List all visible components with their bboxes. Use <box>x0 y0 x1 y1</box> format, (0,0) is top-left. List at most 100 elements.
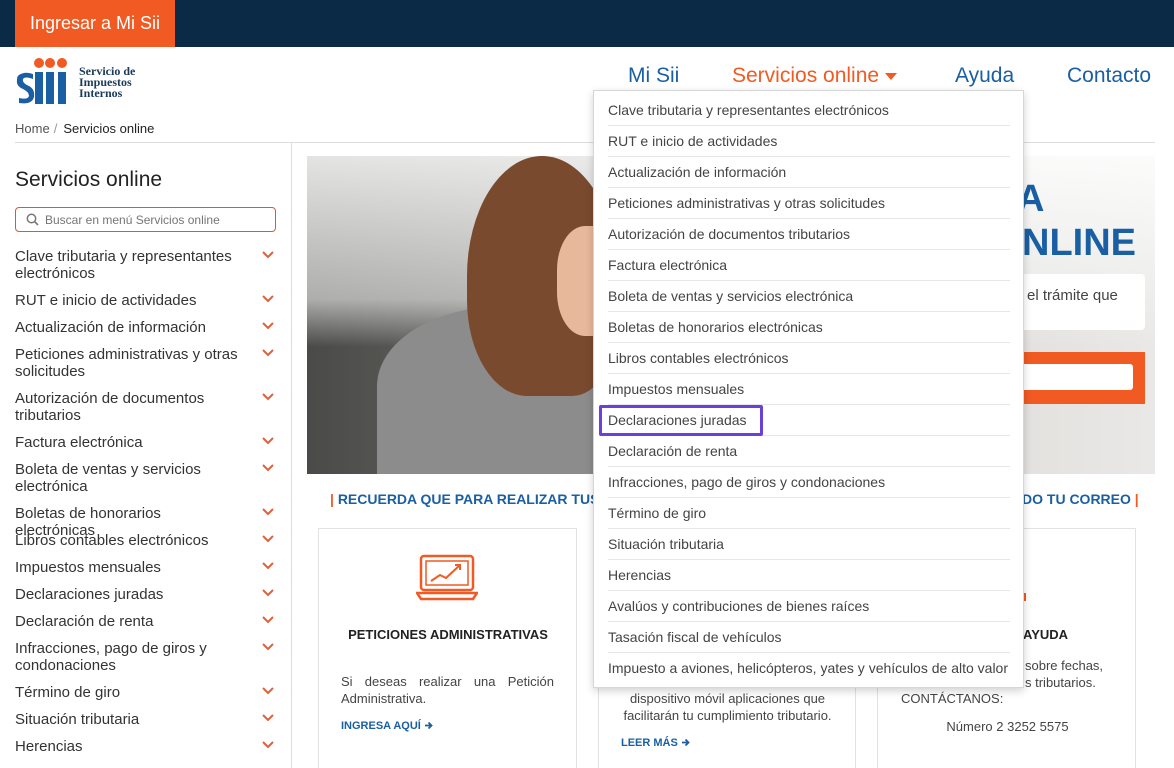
servicios-online-dropdown: Clave tributaria y representantes electr… <box>593 90 1024 688</box>
dropdown-item-situacion-tributaria[interactable]: Situación tributaria <box>608 529 1010 560</box>
dropdown-item-libros-contables-electronicos[interactable]: Libros contables electrónicos <box>608 343 1010 374</box>
breadcrumb: Home / Servicios online <box>15 121 154 136</box>
sidebar-item-libros-contables-electronicos[interactable]: Libros contables electrónicos <box>15 532 277 549</box>
caret-down-icon <box>885 72 898 80</box>
chevron-down-icon[interactable] <box>261 436 275 446</box>
chevron-down-icon[interactable] <box>261 740 275 750</box>
dropdown-item-tasacion-fiscal-de-vehiculos[interactable]: Tasación fiscal de vehículos <box>608 622 1010 653</box>
sidebar-item-situacion-tributaria[interactable]: Situación tributaria <box>15 711 277 728</box>
card-ayuda-phone[interactable]: Número 2 3252 5575 <box>878 718 1137 735</box>
dropdown-item-autorizacion-de-documentos-tributarios[interactable]: Autorización de documentos tributarios <box>608 219 1010 250</box>
sidebar-item-label: Factura electrónica <box>15 434 143 451</box>
sidebar-item-label: Infracciones, pago de giros y condonacio… <box>15 640 207 674</box>
breadcrumb-home[interactable]: Home <box>15 121 50 136</box>
logo-text: Servicio de Impuestos Internos <box>79 64 136 100</box>
chevron-down-icon[interactable] <box>261 321 275 331</box>
dropdown-item-avaluos-y-contribuciones-de-bienes-raices[interactable]: Avalúos y contribuciones de bienes raíce… <box>608 591 1010 622</box>
sidebar-item-label: Actualización de información <box>15 319 206 336</box>
sidebar-item-label: Clave tributaria y representantes electr… <box>15 248 232 282</box>
search-icon <box>26 213 39 226</box>
card-ayuda-text: sobre fechas, s tributarios. <box>1025 658 1104 690</box>
chevron-down-icon[interactable] <box>261 534 275 544</box>
sidebar-item-termino-de-giro[interactable]: Término de giro <box>15 684 277 701</box>
nav-ayuda[interactable]: Ayuda <box>955 64 1014 88</box>
card-ayuda-title: AYUDA <box>1023 627 1069 642</box>
card-peticiones-link[interactable]: INGRESA AQUÍ <box>341 720 433 732</box>
chevron-down-icon[interactable] <box>261 642 275 652</box>
sidebar-search[interactable] <box>15 207 276 232</box>
chevron-down-icon[interactable] <box>261 686 275 696</box>
login-mi-sii-button[interactable]: Ingresar a Mi Sii <box>15 0 175 47</box>
chevron-down-icon[interactable] <box>261 463 275 473</box>
card-ayuda-contact-label: CONTÁCTANOS: <box>901 691 1004 706</box>
nav-mi-sii[interactable]: Mi Sii <box>628 64 679 88</box>
sii-logo[interactable]: Servicio de Impuestos Internos <box>15 57 155 107</box>
sidebar-item-label: Peticiones administrativas y otras solic… <box>15 346 238 380</box>
chevron-down-icon[interactable] <box>261 507 275 517</box>
hero-search-box <box>1015 352 1145 404</box>
sidebar-item-label: Herencias <box>15 738 83 755</box>
sidebar-item-impuestos-mensuales[interactable]: Impuestos mensuales <box>15 559 277 576</box>
dropdown-item-termino-de-giro[interactable]: Término de giro <box>608 498 1010 529</box>
sidebar-item-peticiones-administrativas-y-otras-solicitudes[interactable]: Peticiones administrativas y otras solic… <box>15 346 277 380</box>
sidebar-item-herencias[interactable]: Herencias <box>15 738 277 755</box>
sidebar-item-label: Término de giro <box>15 684 121 701</box>
dropdown-item-rut-e-inicio-de-actividades[interactable]: RUT e inicio de actividades <box>608 126 1010 157</box>
arrow-right-icon <box>681 738 690 747</box>
sidebar-item-label: Autorización de documentos tributarios <box>15 390 205 424</box>
sidebar-item-clave-tributaria-y-representantes-electronicos[interactable]: Clave tributaria y representantes electr… <box>15 248 277 282</box>
dropdown-item-actualizacion-de-informacion[interactable]: Actualización de información <box>608 157 1010 188</box>
chevron-down-icon[interactable] <box>261 392 275 402</box>
sidebar-divider <box>291 143 292 768</box>
sidebar-item-autorizacion-de-documentos-tributarios[interactable]: Autorización de documentos tributarios <box>15 390 277 424</box>
sidebar-item-label: Boleta de ventas y servicios electrónica <box>15 461 201 495</box>
sidebar-item-rut-e-inicio-de-actividades[interactable]: RUT e inicio de actividades <box>15 292 277 309</box>
hero-search-input[interactable] <box>1021 364 1133 390</box>
sidebar-item-factura-electronica[interactable]: Factura electrónica <box>15 434 277 451</box>
sidebar-item-boleta-de-ventas-y-servicios-electronica[interactable]: Boleta de ventas y servicios electrónica <box>15 461 277 495</box>
breadcrumb-separator: / <box>53 121 58 136</box>
dropdown-item-boleta-de-ventas-y-servicios-electronica[interactable]: Boleta de ventas y servicios electrónica <box>608 281 1010 312</box>
hero-headline-2: NLINE <box>1022 222 1136 264</box>
dropdown-item-impuestos-mensuales[interactable]: Impuestos mensuales <box>608 374 1010 405</box>
dropdown-item-clave-tributaria-y-representantes-electronicos[interactable]: Clave tributaria y representantes electr… <box>608 95 1010 126</box>
arrow-right-icon <box>424 721 433 730</box>
nav-servicios-online[interactable]: Servicios online <box>732 64 898 88</box>
dropdown-item-boletas-de-honorarios-electronicas[interactable]: Boletas de honorarios electrónicas <box>608 312 1010 343</box>
dropdown-item-factura-electronica[interactable]: Factura electrónica <box>608 250 1010 281</box>
card-apps-link[interactable]: LEER MÁS <box>621 737 690 749</box>
nav-contacto[interactable]: Contacto <box>1067 64 1151 88</box>
dropdown-item-infracciones-pago-de-giros-y-condonaciones[interactable]: Infracciones, pago de giros y condonacio… <box>608 467 1010 498</box>
dropdown-item-declaracion-de-renta[interactable]: Declaración de renta <box>608 436 1010 467</box>
sidebar-item-label: Situación tributaria <box>15 711 140 728</box>
hero-tagline: el trámite que <box>1015 274 1145 330</box>
chevron-down-icon[interactable] <box>261 561 275 571</box>
breadcrumb-current: Servicios online <box>63 121 155 136</box>
sii-logo-mark <box>16 58 67 104</box>
notice-banner-right: DO TU CORREO | <box>1022 491 1139 507</box>
card-peticiones-text: Si deseas realizar una Petición Administ… <box>341 674 554 706</box>
chevron-down-icon[interactable] <box>261 294 275 304</box>
sidebar-search-input[interactable] <box>45 212 275 227</box>
chevron-down-icon[interactable] <box>261 615 275 625</box>
sidebar-item-label: Libros contables electrónicos <box>15 532 209 549</box>
sidebar-item-label: Impuestos mensuales <box>15 559 161 576</box>
sidebar-item-label: RUT e inicio de actividades <box>15 292 197 309</box>
sidebar-item-actualizacion-de-informacion[interactable]: Actualización de información <box>15 319 277 336</box>
top-bar: Ingresar a Mi Sii <box>0 0 1174 47</box>
dropdown-item-declaraciones-juradas[interactable]: Declaraciones juradas <box>608 405 1010 436</box>
chevron-down-icon[interactable] <box>261 250 275 260</box>
sidebar-item-label: Declaración de renta <box>15 613 154 630</box>
dropdown-item-herencias[interactable]: Herencias <box>608 560 1010 591</box>
dropdown-item-peticiones-administrativas-y-otras-solicitudes[interactable]: Peticiones administrativas y otras solic… <box>608 188 1010 219</box>
sidebar-item-infracciones-pago-de-giros-y-condonaciones[interactable]: Infracciones, pago de giros y condonacio… <box>15 640 277 674</box>
chevron-down-icon[interactable] <box>261 348 275 358</box>
chevron-down-icon[interactable] <box>261 588 275 598</box>
chevron-down-icon[interactable] <box>261 713 275 723</box>
nav-servicios-label: Servicios online <box>732 64 880 87</box>
sidebar-item-declaracion-de-renta[interactable]: Declaración de renta <box>15 613 277 630</box>
sidebar-item-declaraciones-juradas[interactable]: Declaraciones juradas <box>15 586 277 603</box>
card-apps-text: dispositivo móvil aplicaciones que facil… <box>623 691 832 723</box>
card-peticiones-title: PETICIONES ADMINISTRATIVAS <box>348 627 548 642</box>
dropdown-item-impuesto-a-aviones-helicopteros-yates-y-vehiculos-de-alto-valor[interactable]: Impuesto a aviones, helicópteros, yates … <box>608 653 1010 684</box>
